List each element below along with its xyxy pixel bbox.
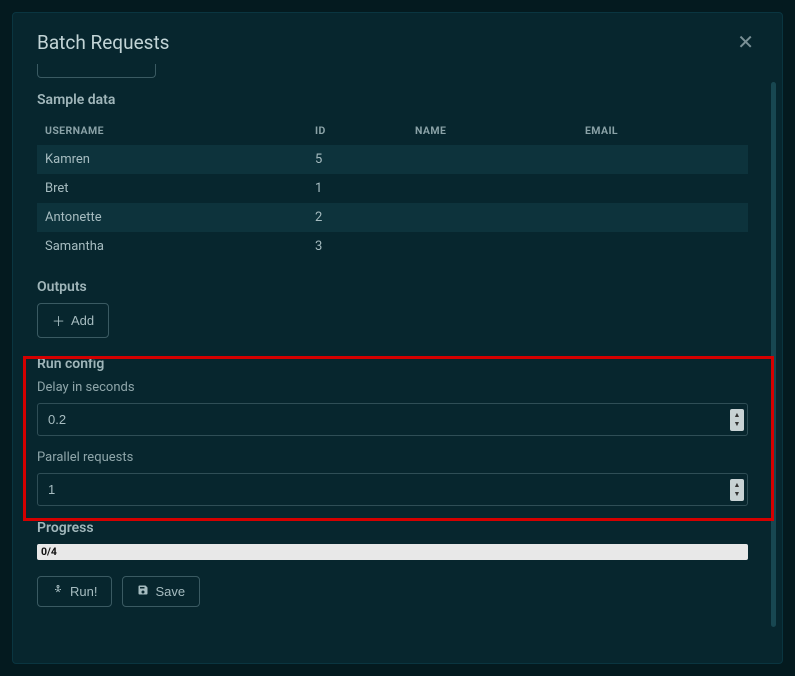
col-email: EMAIL	[577, 116, 748, 145]
progress-label: Progress	[37, 520, 748, 536]
progress-bar: 0/4	[37, 544, 748, 560]
col-id: ID	[307, 116, 407, 145]
batch-requests-modal: Batch Requests ✕ Sample data USERNAME ID…	[12, 12, 783, 664]
cell-username: Bret	[37, 174, 307, 203]
table-row: Bret 1	[37, 174, 748, 203]
cell-email	[577, 174, 748, 203]
close-button[interactable]: ✕	[733, 33, 758, 53]
progress-text: 0/4	[41, 545, 57, 558]
run-label: Run!	[70, 584, 97, 599]
run-icon	[52, 584, 64, 599]
cell-username: Antonette	[37, 203, 307, 232]
sample-data-table: USERNAME ID NAME EMAIL Kamren 5 Bret	[37, 116, 748, 261]
parallel-label: Parallel requests	[37, 450, 748, 465]
add-output-button[interactable]: ＋ Add	[37, 303, 109, 338]
close-icon: ✕	[737, 33, 754, 53]
modal-title: Batch Requests	[37, 31, 169, 54]
add-label: Add	[71, 313, 94, 328]
delay-input[interactable]	[37, 403, 748, 436]
cell-name	[407, 145, 577, 174]
scrollbar[interactable]	[771, 82, 776, 627]
cell-name	[407, 232, 577, 261]
col-username: USERNAME	[37, 116, 307, 145]
run-config-label: Run config	[37, 356, 748, 372]
sample-data-label: Sample data	[37, 92, 748, 108]
cell-id: 2	[307, 203, 407, 232]
cell-username: Samantha	[37, 232, 307, 261]
cell-email	[577, 203, 748, 232]
save-icon	[137, 584, 149, 599]
table-row: Antonette 2	[37, 203, 748, 232]
stepper-icon[interactable]	[730, 409, 744, 431]
clipped-element	[37, 64, 748, 78]
modal-header: Batch Requests ✕	[13, 13, 782, 64]
modal-body: Sample data USERNAME ID NAME EMAIL Kamre…	[13, 64, 782, 654]
table-row: Samantha 3	[37, 232, 748, 261]
delay-label: Delay in seconds	[37, 380, 748, 395]
cell-name	[407, 174, 577, 203]
cell-id: 5	[307, 145, 407, 174]
parallel-input[interactable]	[37, 473, 748, 506]
table-row: Kamren 5	[37, 145, 748, 174]
col-name: NAME	[407, 116, 577, 145]
plus-icon: ＋	[52, 311, 65, 330]
cell-name	[407, 203, 577, 232]
stepper-icon[interactable]	[730, 479, 744, 501]
save-button[interactable]: Save	[122, 576, 200, 607]
cell-id: 3	[307, 232, 407, 261]
cell-username: Kamren	[37, 145, 307, 174]
cell-email	[577, 232, 748, 261]
cell-id: 1	[307, 174, 407, 203]
run-button[interactable]: Run!	[37, 576, 112, 607]
outputs-label: Outputs	[37, 279, 748, 295]
save-label: Save	[155, 584, 185, 599]
cell-email	[577, 145, 748, 174]
